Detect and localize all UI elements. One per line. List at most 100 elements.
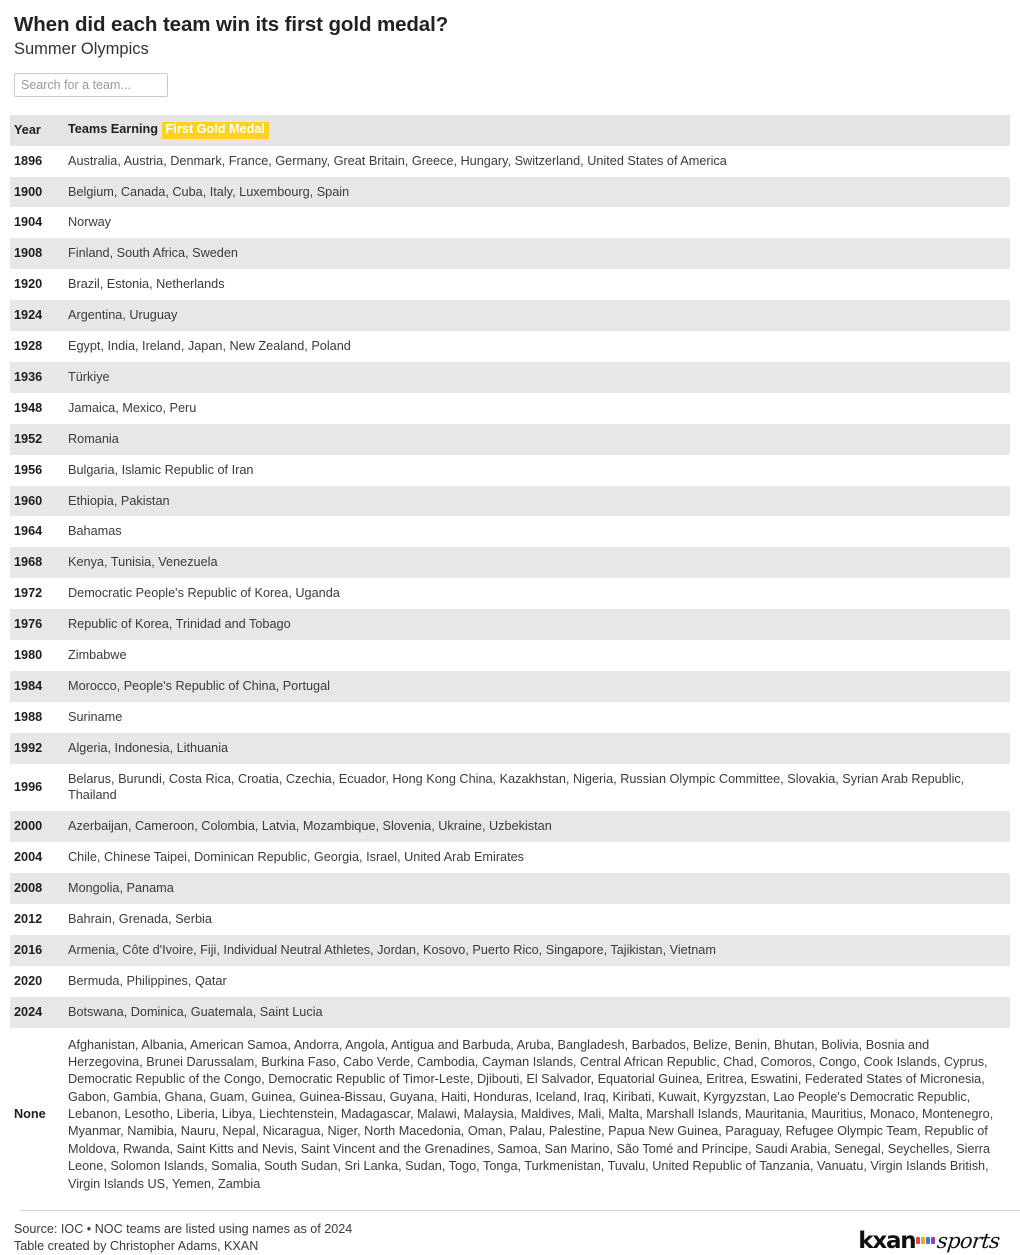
cell-teams: Mongolia, Panama	[60, 873, 1010, 904]
cell-year: 2016	[10, 934, 60, 966]
table-row: 1964 Bahamas	[10, 516, 1010, 548]
cell-teams: Kenya, Tunisia, Venezuela	[60, 547, 1010, 579]
cell-teams: Romania	[60, 423, 1010, 455]
cell-teams: Türkiye	[60, 361, 1010, 393]
column-header-teams-prefix: Teams Earning	[68, 121, 159, 136]
table-row: 1980 Zimbabwe	[10, 639, 1010, 671]
table-row: 1968 Kenya, Tunisia, Venezuela	[10, 547, 1010, 579]
cell-year: 2012	[10, 903, 60, 935]
cell-year: 2000	[10, 811, 60, 843]
cell-year: 2004	[10, 842, 60, 874]
cell-year: 1952	[10, 423, 60, 455]
table-header: Year Teams Earning First Gold Medal	[10, 114, 1010, 146]
cell-year: 2024	[10, 996, 60, 1028]
cell-year: 1988	[10, 701, 60, 733]
cell-year: 1956	[10, 454, 60, 486]
page-subtitle: Summer Olympics	[14, 40, 149, 59]
cell-year: 1936	[10, 361, 60, 393]
first-gold-medal-table: Year Teams Earning First Gold Medal 1896…	[10, 114, 1010, 1203]
cell-teams: Armenia, Côte d'Ivoire, Fiji, Individual…	[60, 934, 1010, 966]
column-header-year[interactable]: Year	[10, 114, 60, 146]
logo-dot	[931, 1237, 936, 1245]
footer-source: Source: IOC • NOC teams are listed using…	[14, 1222, 353, 1237]
cell-year: 1908	[10, 238, 60, 270]
cell-teams: Republic of Korea, Trinidad and Tobago	[60, 609, 1010, 640]
table-row: 2012 Bahrain, Grenada, Serbia	[10, 903, 1010, 935]
cell-year: 1984	[10, 670, 60, 702]
cell-year: 1924	[10, 300, 60, 332]
table-row: 1904 Norway	[10, 207, 1010, 239]
cell-year: 1904	[10, 207, 60, 239]
cell-teams: Ethiopia, Pakistan	[60, 485, 1010, 517]
cell-year: 1948	[10, 392, 60, 424]
cell-teams: Jamaica, Mexico, Peru	[60, 392, 1010, 424]
table-row: 1952 Romania	[10, 423, 1010, 455]
cell-teams: Brazil, Estonia, Netherlands	[60, 269, 1010, 301]
column-header-highlight: First Gold Medal	[161, 121, 269, 139]
column-header-teams[interactable]: Teams Earning First Gold Medal	[60, 114, 1010, 146]
cell-year: 1896	[10, 145, 60, 177]
table-row: 2008 Mongolia, Panama	[10, 873, 1010, 904]
cell-teams: Egypt, India, Ireland, Japan, New Zealan…	[60, 331, 1010, 362]
table-row: 1988 Suriname	[10, 701, 1010, 733]
footer-credit: Table created by Christopher Adams, KXAN	[14, 1239, 259, 1254]
cell-teams: Bahamas	[60, 516, 1010, 548]
table-row: 2004 Chile, Chinese Taipei, Dominican Rep…	[10, 842, 1010, 874]
table-row: 1948 Jamaica, Mexico, Peru	[10, 392, 1010, 424]
cell-year: 1996	[10, 763, 60, 812]
page-title: When did each team win its first gold me…	[14, 13, 449, 36]
table-row: None Afghanistan, Albania, American Samoa…	[10, 1027, 1010, 1203]
cell-year: 1964	[10, 516, 60, 548]
cell-teams: Suriname	[60, 701, 1010, 733]
cell-teams: Morocco, People's Republic of China, Por…	[60, 670, 1010, 702]
table-row: 1956 Bulgaria, Islamic Republic of Iran	[10, 454, 1010, 486]
table-header-row: Year Teams Earning First Gold Medal	[10, 114, 1010, 146]
cell-teams: Bermuda, Philippines, Qatar	[60, 965, 1010, 997]
cell-teams: Algeria, Indonesia, Lithuania	[60, 732, 1010, 764]
table-row: 2024 Botswana, Dominica, Guatemala, Saint…	[10, 996, 1010, 1028]
table-row: 2000 Azerbaijan, Cameroon, Colombia, Latv…	[10, 811, 1010, 843]
table-row: 1984 Morocco, People's Republic of China,…	[10, 670, 1010, 702]
logo-dot	[916, 1237, 921, 1245]
logo-suffix-text: sports	[936, 1229, 1002, 1254]
table-row: 1972 Democratic People's Republic of Kore…	[10, 578, 1010, 610]
table-row: 1900 Belgium, Canada, Cuba, Italy, Luxemb…	[10, 176, 1010, 208]
cell-year: 1976	[10, 609, 60, 640]
cell-teams: Belarus, Burundi, Costa Rica, Croatia, C…	[60, 763, 1010, 812]
cell-teams: Australia, Austria, Denmark, France, Ger…	[60, 145, 1010, 177]
cell-year: 1992	[10, 732, 60, 764]
cell-year: 1972	[10, 578, 60, 610]
footer-credits: Source: IOC • NOC teams are listed using…	[14, 1221, 352, 1255]
cell-year: 1980	[10, 639, 60, 671]
page-footer: Source: IOC • NOC teams are listed using…	[0, 1211, 1020, 1255]
table-row: 2016 Armenia, Côte d'Ivoire, Fiji, Indivi…	[10, 934, 1010, 966]
table-row: 1920 Brazil, Estonia, Netherlands	[10, 269, 1010, 301]
table-row: 1908 Finland, South Africa, Sweden	[10, 238, 1010, 270]
cell-teams: Argentina, Uruguay	[60, 300, 1010, 332]
table-row: 1996 Belarus, Burundi, Costa Rica, Croati…	[10, 763, 1010, 812]
table-row: 1936 Türkiye	[10, 361, 1010, 393]
cell-year: 2008	[10, 873, 60, 904]
table-row: 1924 Argentina, Uruguay	[10, 300, 1010, 332]
logo-dots-icon	[916, 1237, 936, 1245]
logo-dot	[921, 1237, 926, 1245]
cell-teams: Azerbaijan, Cameroon, Colombia, Latvia, …	[60, 811, 1010, 843]
cell-year: 1960	[10, 485, 60, 517]
cell-year: 2020	[10, 965, 60, 997]
cell-teams: Zimbabwe	[60, 639, 1010, 671]
cell-year: 1920	[10, 269, 60, 301]
page-root: When did each team win its first gold me…	[0, 0, 1020, 1255]
cell-teams: Democratic People's Republic of Korea, U…	[60, 578, 1010, 610]
cell-year: None	[10, 1027, 60, 1203]
table-row: 2020 Bermuda, Philippines, Qatar	[10, 965, 1010, 997]
logo-brand-text: kxan	[858, 1228, 916, 1255]
page-header: When did each team win its first gold me…	[0, 0, 1020, 60]
table-row: 1976 Republic of Korea, Trinidad and Toba…	[10, 609, 1010, 640]
cell-teams: Afghanistan, Albania, American Samoa, An…	[60, 1027, 1010, 1203]
search-area	[0, 60, 1020, 97]
logo-dot	[926, 1237, 931, 1245]
table-row: 1896 Australia, Austria, Denmark, France,…	[10, 145, 1010, 177]
cell-teams: Bahrain, Grenada, Serbia	[60, 903, 1010, 935]
search-input[interactable]	[14, 72, 168, 97]
cell-year: 1968	[10, 547, 60, 579]
